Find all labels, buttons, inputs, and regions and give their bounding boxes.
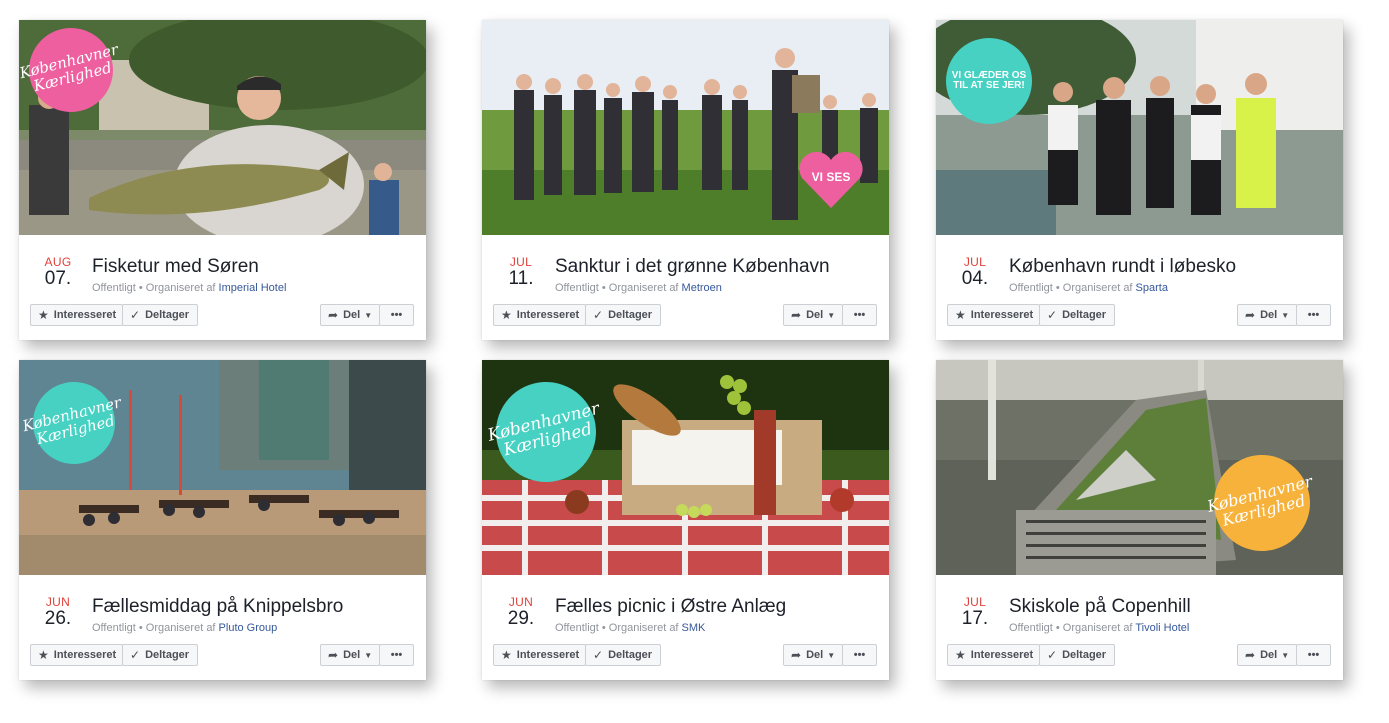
event-date: JUL 17. [950, 595, 1000, 630]
event-month: AUG [44, 255, 72, 269]
going-button[interactable]: ✓ Deltager [585, 304, 661, 326]
event-title[interactable]: Sanktur i det grønne København [555, 256, 830, 278]
event-card[interactable]: Københavner Kærlighed AUG 07. Fisketur me… [18, 19, 426, 340]
caret-down-icon: ▼ [827, 650, 836, 660]
event-month: JUN [45, 595, 71, 609]
going-button[interactable]: ✓ Deltager [1039, 644, 1115, 666]
check-icon: ✓ [593, 648, 604, 662]
star-icon: ★ [501, 308, 512, 322]
event-title[interactable]: Fisketur med Søren [92, 256, 259, 278]
event-card[interactable]: Københavner Kærlighed JUL 17. Skiskole på… [936, 360, 1343, 680]
share-button[interactable]: ➦ Del ▼ [1237, 304, 1297, 326]
more-options-button[interactable]: ••• [1296, 644, 1331, 666]
event-day: 04. [961, 268, 989, 289]
event-date: AUG 07. [33, 255, 83, 290]
caret-down-icon: ▼ [364, 650, 373, 660]
event-meta: Offentligt • Organiseret af Sparta [1009, 282, 1168, 294]
interested-button[interactable]: ★ Interesseret [493, 644, 586, 666]
event-day: 11. [508, 268, 534, 289]
more-options-button[interactable]: ••• [842, 644, 877, 666]
event-date: JUN 26. [33, 595, 83, 630]
going-button[interactable]: ✓ Deltager [585, 644, 661, 666]
share-button[interactable]: ➦ Del ▼ [1237, 644, 1297, 666]
event-card[interactable]: Københavner Kærlighed JUN 29. Fælles picn… [482, 360, 889, 680]
event-month: JUL [963, 595, 987, 609]
event-meta: Offentligt • Organiseret af Tivoli Hotel [1009, 622, 1190, 634]
share-button[interactable]: ➦ Del ▼ [783, 304, 843, 326]
caret-down-icon: ▼ [827, 310, 836, 320]
event-day: 26. [44, 608, 72, 629]
organizer-link[interactable]: Metroen [682, 282, 722, 294]
vi-ses-badge-text: VI SES [811, 170, 851, 184]
organizer-link[interactable]: SMK [682, 622, 706, 634]
vi-glaeder-os-badge: VI GLÆDER OS TIL AT SE JER! [946, 38, 1032, 124]
more-options-button[interactable]: ••• [379, 644, 414, 666]
caret-down-icon: ▼ [364, 310, 373, 320]
share-arrow-icon: ➦ [328, 308, 339, 322]
event-title[interactable]: Fællesmiddag på Knippelsbro [92, 596, 343, 618]
share-arrow-icon: ➦ [791, 648, 802, 662]
interested-button[interactable]: ★ Interesseret [947, 644, 1040, 666]
share-arrow-icon: ➦ [1245, 308, 1256, 322]
event-card[interactable]: VI GLÆDER OS TIL AT SE JER! JUL 04. Køben… [936, 20, 1343, 340]
event-day: 07. [44, 268, 72, 289]
star-icon: ★ [38, 648, 49, 662]
more-options-button[interactable]: ••• [842, 304, 877, 326]
check-icon: ✓ [1047, 648, 1058, 662]
event-meta: Offentligt • Organiseret af Metroen [555, 282, 722, 294]
interested-button[interactable]: ★ Interesseret [30, 304, 123, 326]
event-day: 17. [961, 608, 989, 629]
going-button[interactable]: ✓ Deltager [122, 304, 198, 326]
interested-button[interactable]: ★ Interesseret [947, 304, 1040, 326]
check-icon: ✓ [130, 308, 141, 322]
more-options-button[interactable]: ••• [1296, 304, 1331, 326]
share-button[interactable]: ➦ Del ▼ [783, 644, 843, 666]
event-meta: Offentligt • Organiseret af Pluto Group [92, 622, 278, 634]
event-month: JUL [509, 255, 533, 269]
more-options-button[interactable]: ••• [379, 304, 414, 326]
event-title[interactable]: Fælles picnic i Østre Anlæg [555, 596, 786, 618]
interested-button[interactable]: ★ Interesseret [493, 304, 586, 326]
star-icon: ★ [955, 648, 966, 662]
event-card[interactable]: VI SES JUL 11. Sanktur i det grønne Købe… [482, 20, 889, 340]
event-card[interactable]: Københavner Kærlighed JUN 26. Fællesmidda… [19, 360, 426, 680]
event-meta: Offentligt • Organiseret af SMK [555, 622, 706, 634]
share-button[interactable]: ➦ Del ▼ [320, 644, 380, 666]
organizer-link[interactable]: Tivoli Hotel [1135, 622, 1189, 634]
event-date: JUL 04. [950, 255, 1000, 290]
event-title[interactable]: København rundt i løbesko [1009, 256, 1236, 278]
share-arrow-icon: ➦ [328, 648, 339, 662]
organizer-link[interactable]: Pluto Group [219, 622, 278, 634]
share-arrow-icon: ➦ [791, 308, 802, 322]
going-button[interactable]: ✓ Deltager [122, 644, 198, 666]
share-arrow-icon: ➦ [1245, 648, 1256, 662]
caret-down-icon: ▼ [1281, 310, 1290, 320]
going-button[interactable]: ✓ Deltager [1039, 304, 1115, 326]
star-icon: ★ [955, 308, 966, 322]
event-month: JUL [963, 255, 987, 269]
check-icon: ✓ [1047, 308, 1058, 322]
organizer-link[interactable]: Imperial Hotel [219, 282, 287, 294]
event-meta: Offentligt • Organiseret af Imperial Hot… [92, 282, 287, 294]
event-month: JUN [508, 595, 534, 609]
check-icon: ✓ [593, 308, 604, 322]
interested-button[interactable]: ★ Interesseret [30, 644, 123, 666]
star-icon: ★ [501, 648, 512, 662]
event-day: 29. [507, 608, 535, 629]
caret-down-icon: ▼ [1281, 650, 1290, 660]
organizer-link[interactable]: Sparta [1136, 282, 1168, 294]
event-title[interactable]: Skiskole på Copenhill [1009, 596, 1191, 618]
event-date: JUL 11. [496, 255, 546, 290]
share-button[interactable]: ➦ Del ▼ [320, 304, 380, 326]
check-icon: ✓ [130, 648, 141, 662]
star-icon: ★ [38, 308, 49, 322]
event-date: JUN 29. [496, 595, 546, 630]
